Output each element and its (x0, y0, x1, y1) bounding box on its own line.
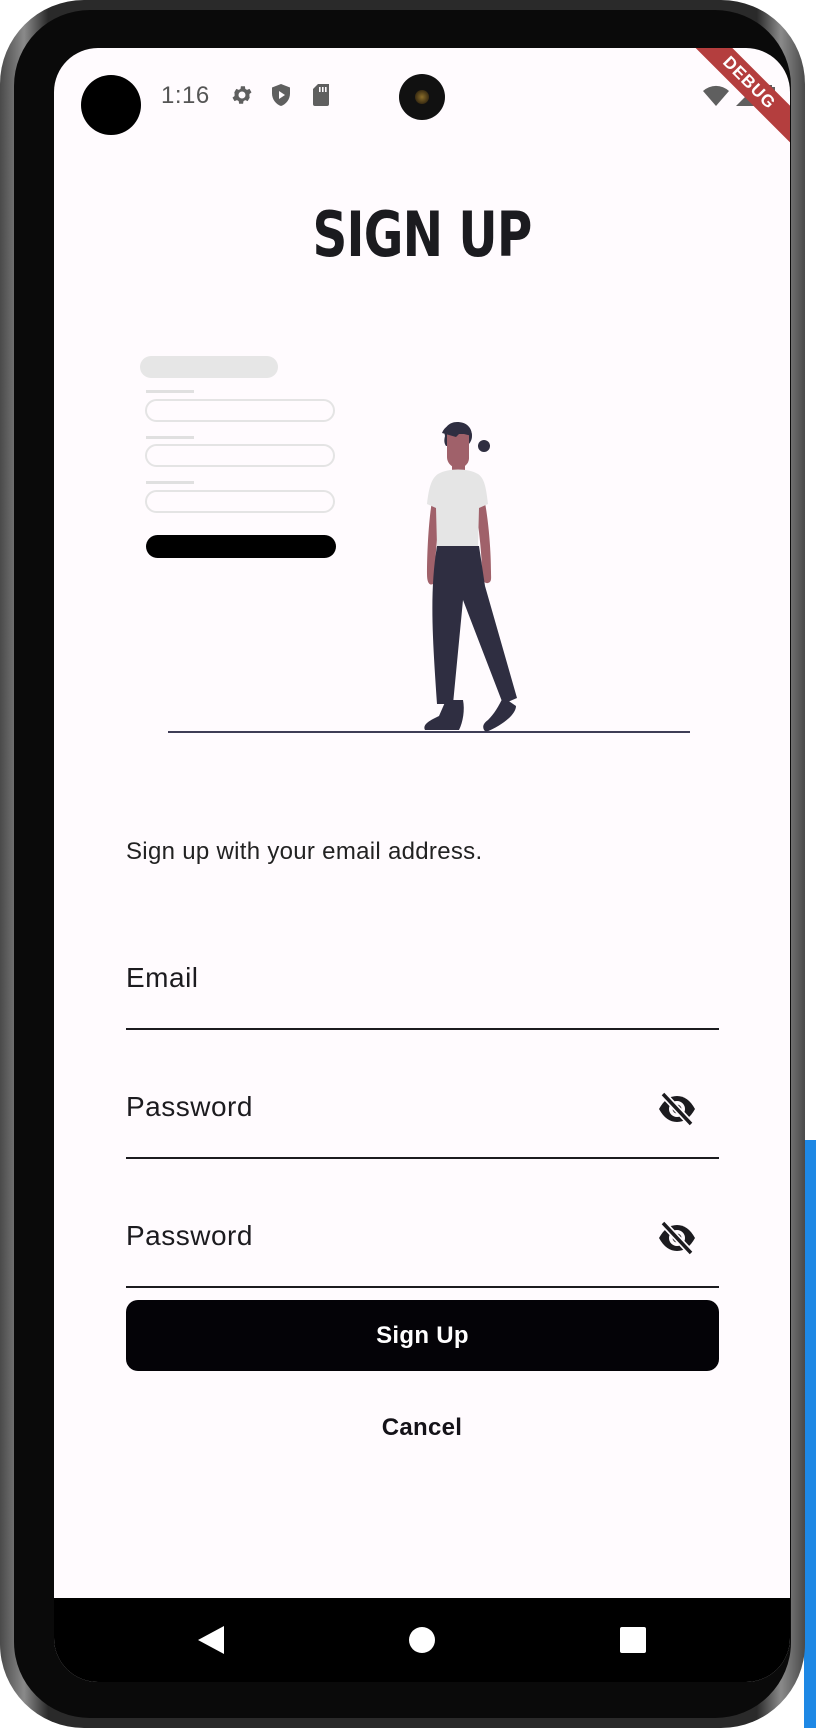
password-label: Password (126, 1091, 253, 1122)
page-title: SIGN UP (312, 198, 532, 271)
standing-person (424, 422, 517, 732)
confirm-password-field[interactable]: Password (126, 1178, 719, 1288)
wifi-icon (702, 84, 730, 113)
status-bar: 1:16 DEBUG (54, 48, 790, 146)
mock-label-1 (146, 390, 194, 393)
shield-play-icon (268, 82, 294, 108)
password-field[interactable]: Password (126, 1049, 719, 1159)
visibility-off-icon[interactable] (657, 1091, 697, 1127)
front-camera (399, 74, 445, 120)
mock-input-1 (145, 399, 335, 422)
mock-label-2 (146, 436, 194, 439)
sign-up-button[interactable]: Sign Up (126, 1300, 719, 1371)
signup-instructions: Sign up with your email address. (126, 838, 483, 865)
back-icon[interactable] (187, 1616, 235, 1664)
recents-icon[interactable] (609, 1616, 657, 1664)
system-navigation-bar (54, 1598, 790, 1682)
sd-card-icon (308, 82, 334, 108)
mock-submit-button (146, 535, 336, 558)
cancel-button[interactable]: Cancel (322, 1406, 522, 1450)
email-field[interactable]: Email (126, 920, 719, 1030)
gear-icon (229, 82, 255, 108)
visibility-off-icon[interactable] (657, 1220, 697, 1256)
phone-frame: 1:16 DEBUG SIGN UP Sign up with your ema… (0, 0, 805, 1728)
status-time: 1:16 (161, 82, 210, 109)
mock-input-2 (145, 444, 335, 467)
email-label: Email (126, 962, 199, 993)
mock-label-3 (146, 481, 194, 484)
phone-bezel: 1:16 DEBUG SIGN UP Sign up with your ema… (14, 10, 791, 1718)
desktop-edge (804, 1140, 816, 1728)
mock-form-header (140, 356, 278, 378)
punch-hole (81, 75, 141, 135)
app-screen: 1:16 DEBUG SIGN UP Sign up with your ema… (54, 48, 790, 1682)
signup-illustration (140, 356, 690, 733)
mock-input-3 (145, 490, 335, 513)
confirm-password-label: Password (126, 1220, 253, 1251)
home-icon[interactable] (398, 1616, 446, 1664)
